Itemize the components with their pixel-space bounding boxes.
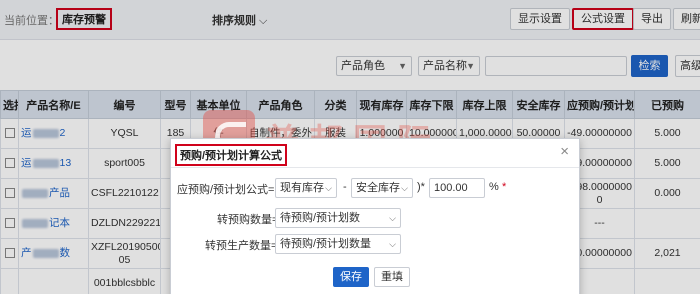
transfer-purchase-select[interactable]: 待预购/预计划数 ⌵ [275, 208, 401, 228]
transfer-production-select[interactable]: 待预购/预计划数量 ⌵ [275, 234, 401, 254]
chevron-down-icon: ⌵ [401, 183, 408, 193]
reset-button[interactable]: 重填 [374, 267, 410, 287]
percent-input-value: 100.00 [434, 182, 468, 194]
required-mark: * [502, 181, 507, 193]
transfer-purchase-value: 待预购/预计划数 [280, 212, 361, 224]
chevron-down-icon: ⌵ [325, 183, 332, 193]
save-button[interactable]: 保存 [333, 267, 369, 287]
operand-a-value: 现有库存 [280, 182, 324, 194]
formula-dialog: 预购/预计划计算公式 × 应预购/预计划公式=( 现有库存 ⌵ - 安全库存 ⌵ )… [170, 138, 580, 294]
chevron-down-icon: ⌵ [389, 239, 396, 249]
close-icon[interactable]: × [560, 143, 569, 160]
percent-input[interactable]: 100.00 [429, 178, 485, 198]
chevron-down-icon: ⌵ [389, 213, 396, 223]
formula-label: 应预购/预计划公式=( [177, 184, 279, 196]
multiply-operator: )* [417, 181, 425, 193]
transfer-production-label: 转预生产数量= [205, 240, 278, 252]
transfer-purchase-label: 转预购数量= [217, 214, 279, 226]
percent-sign: % [489, 181, 499, 193]
formula-operand-b-select[interactable]: 安全库存 ⌵ [351, 178, 413, 198]
formula-operand-a-select[interactable]: 现有库存 ⌵ [275, 178, 337, 198]
transfer-production-value: 待预购/预计划数量 [280, 238, 372, 250]
dialog-divider [171, 167, 579, 168]
operand-b-value: 安全库存 [356, 182, 400, 194]
minus-operator: - [343, 181, 347, 193]
dialog-title: 预购/预计划计算公式 [175, 144, 288, 166]
